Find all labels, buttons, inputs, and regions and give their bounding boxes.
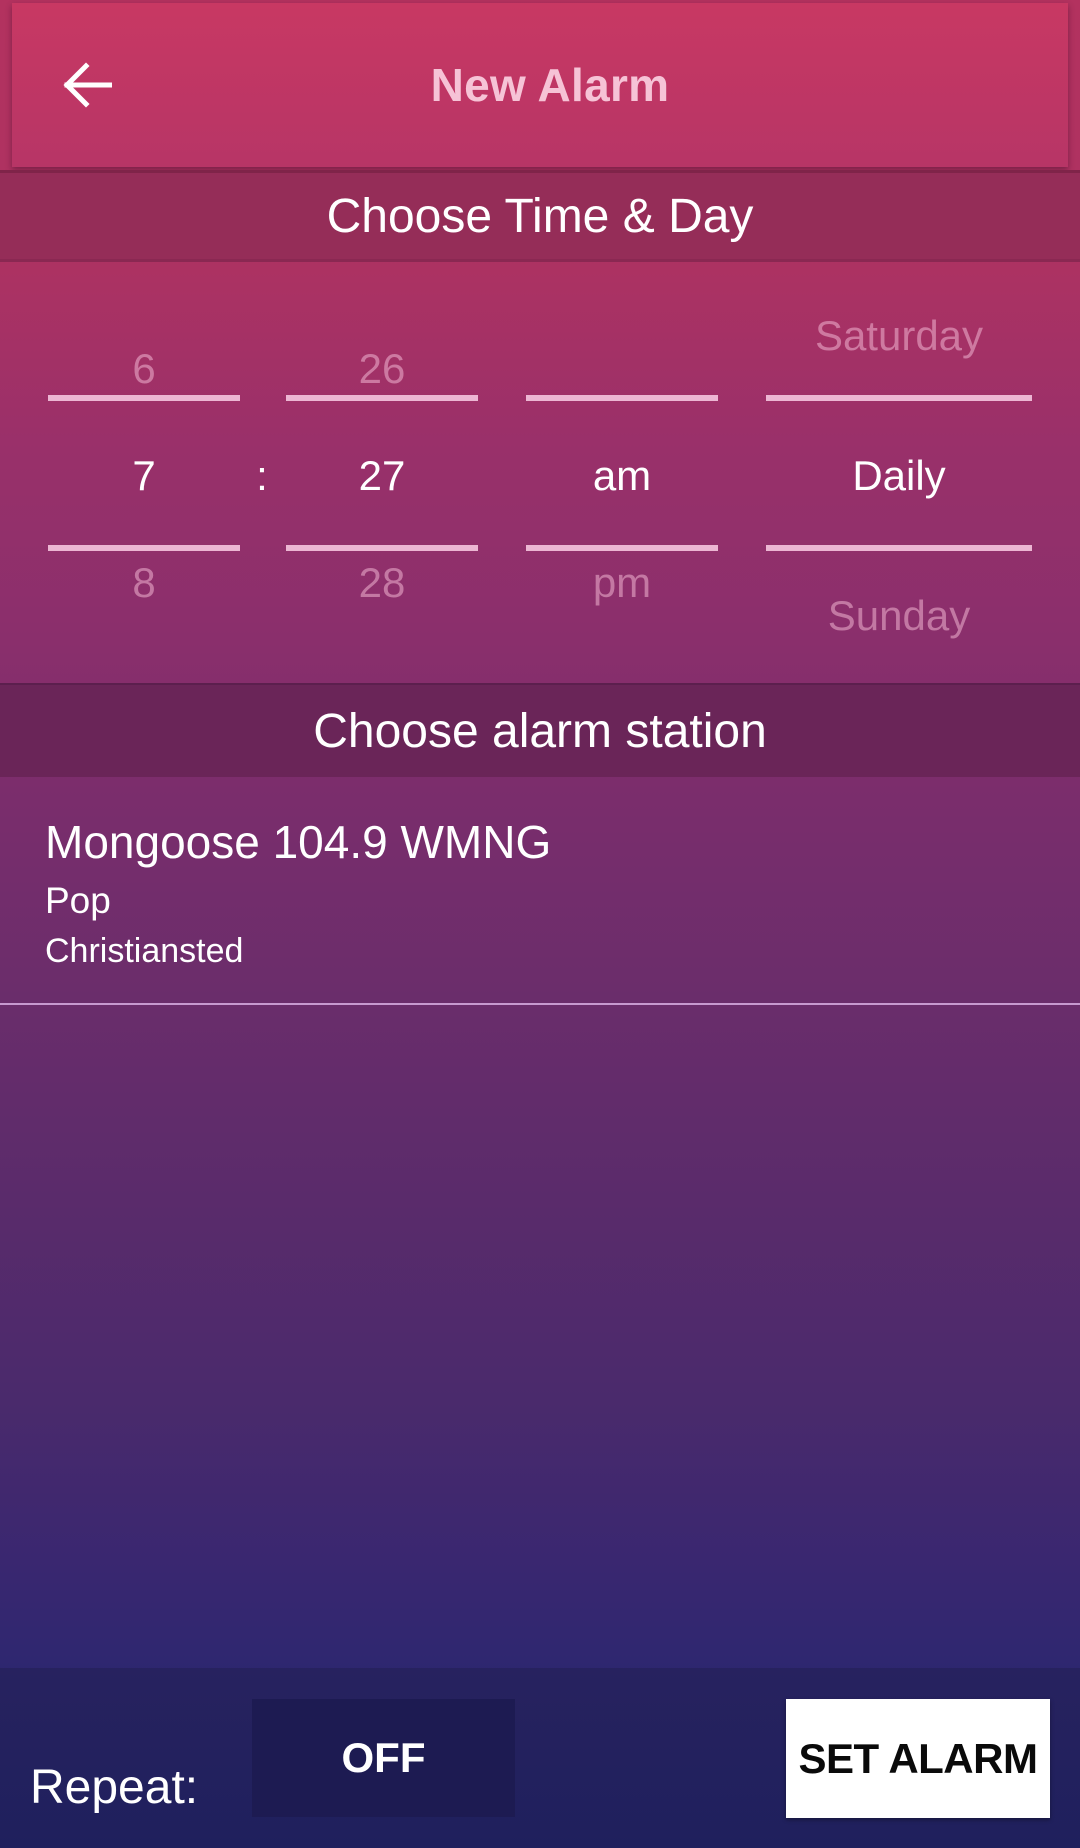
hour-prev-option[interactable]: 6 [48,345,240,393]
day-divider-bottom [766,545,1032,551]
repeat-toggle-button[interactable]: OFF [252,1699,515,1817]
ampm-next-option[interactable]: pm [526,559,718,607]
minute-prev-option[interactable]: 26 [286,345,478,393]
minute-divider-top [286,395,478,401]
day-divider-top [766,395,1032,401]
hour-wheel[interactable]: 6 7 8 [48,262,240,682]
day-selected-value[interactable]: Daily [766,452,1032,500]
page-title: New Alarm [430,59,670,111]
minute-selected-value[interactable]: 27 [286,452,478,500]
arrow-left-icon [63,62,112,108]
ampm-selected-value[interactable]: am [526,452,718,500]
ampm-wheel[interactable]: am pm [526,262,718,682]
hour-next-option[interactable]: 8 [48,559,240,607]
footer-bar: Repeat: OFF SET ALARM [0,1668,1080,1848]
station-city: Christiansted [45,932,244,970]
time-separator: : [256,452,268,499]
set-alarm-button[interactable]: SET ALARM [786,1699,1050,1818]
station-name: Mongoose 104.9 WMNG [45,816,552,868]
minute-divider-bottom [286,545,478,551]
station-list-item[interactable]: Mongoose 104.9 WMNG Pop Christiansted [0,777,1080,1005]
ampm-divider-top [526,395,718,401]
ampm-divider-bottom [526,545,718,551]
day-prev-option[interactable]: Saturday [766,312,1032,360]
time-day-picker: 6 7 8 : 26 27 28 am pm Saturday Daily Su… [0,262,1080,682]
day-next-option[interactable]: Sunday [766,592,1032,640]
minute-wheel[interactable]: 26 27 28 [286,262,478,682]
repeat-label: Repeat: [30,1761,199,1814]
day-wheel[interactable]: Saturday Daily Sunday [766,262,1032,682]
app-header: New Alarm [12,3,1068,167]
hour-divider-bottom [48,545,240,551]
section-header-time-day: Choose Time & Day [0,170,1080,262]
section-header-station: Choose alarm station [0,683,1080,777]
station-genre: Pop [45,880,111,921]
hour-selected-value[interactable]: 7 [48,452,240,500]
minute-next-option[interactable]: 28 [286,559,478,607]
hour-divider-top [48,395,240,401]
back-button[interactable] [52,50,122,120]
